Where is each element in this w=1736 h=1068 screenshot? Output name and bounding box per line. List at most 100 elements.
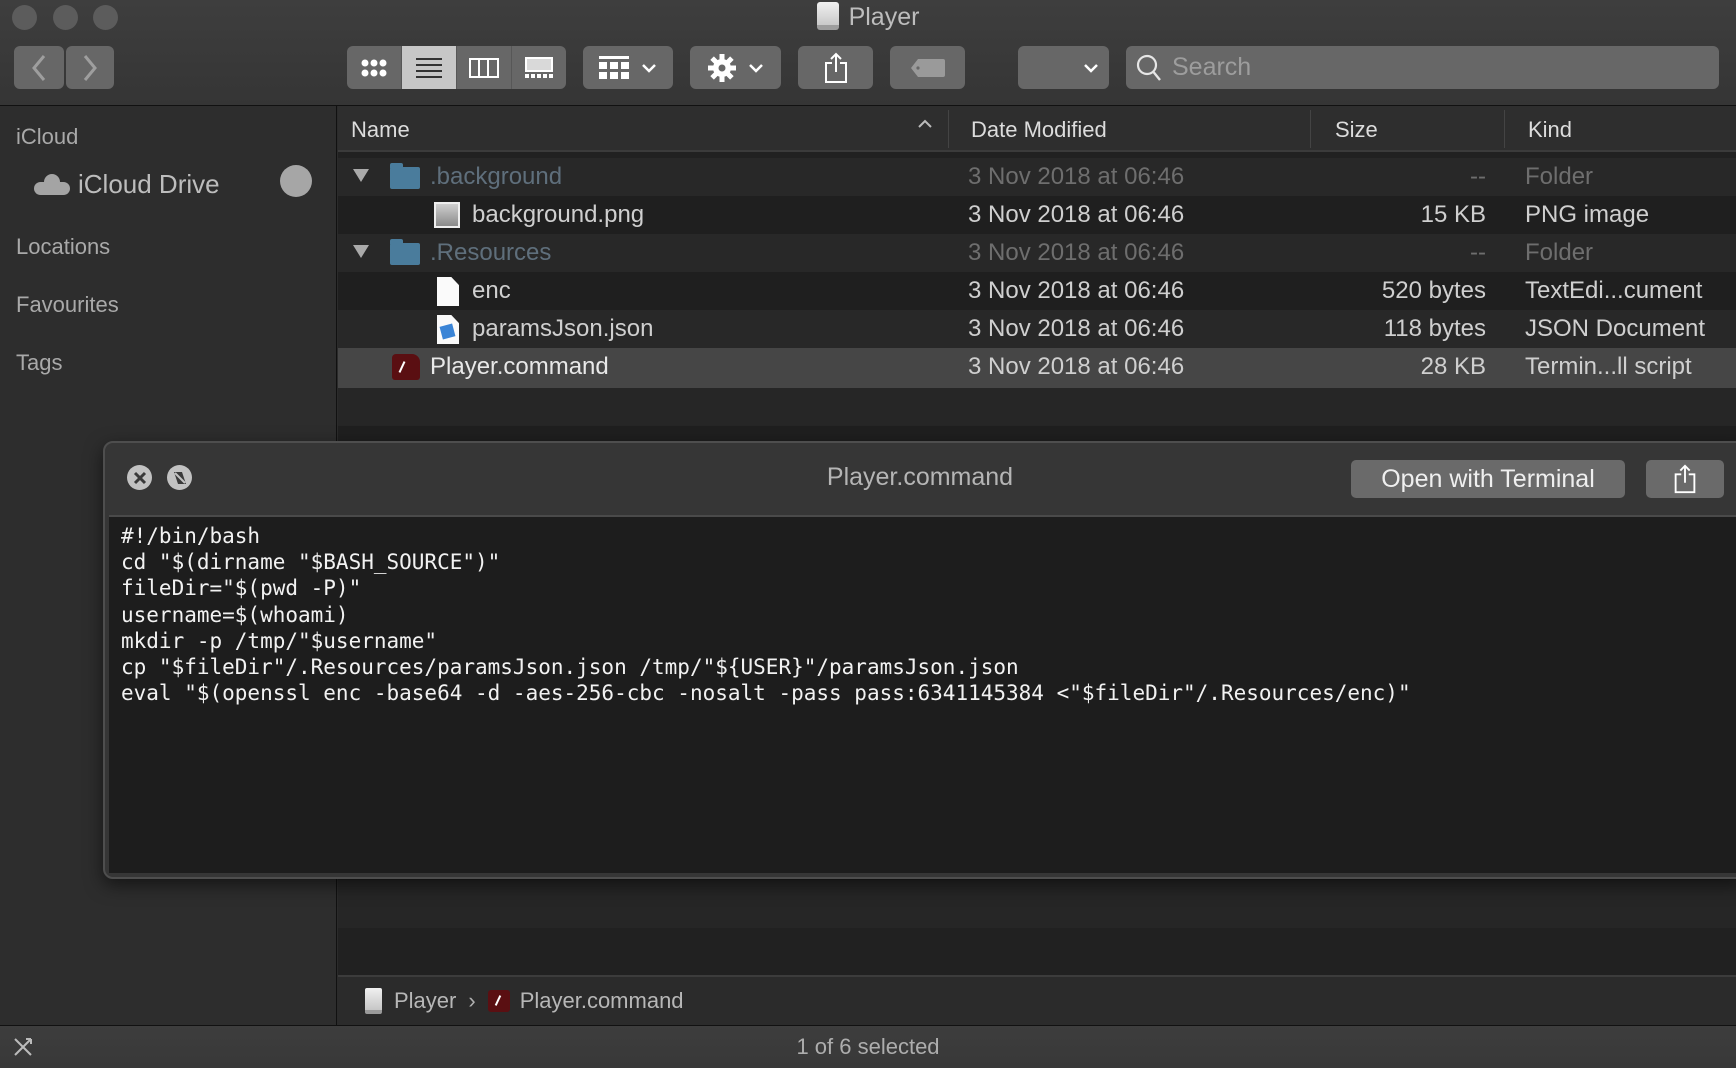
icon-view-button[interactable]	[347, 46, 402, 89]
column-view-icon	[469, 57, 499, 78]
file-row[interactable]: .Resources 3 Nov 2018 at 06:46 -- Folder	[338, 234, 1736, 272]
chevron-left-icon	[32, 54, 46, 81]
code-line: fileDir="$(pwd -P)"	[121, 576, 362, 601]
file-date: 3 Nov 2018 at 06:46	[968, 201, 1185, 228]
file-date: 3 Nov 2018 at 06:46	[968, 353, 1185, 380]
chevron-down-icon	[642, 63, 656, 73]
file-row[interactable]: paramsJson.json 3 Nov 2018 at 06:46 118 …	[338, 310, 1736, 348]
file-size: 118 bytes	[1383, 315, 1486, 342]
column-divider[interactable]	[948, 110, 949, 148]
status-bar: 1 of 6 selected	[0, 1025, 1736, 1068]
folder-icon	[390, 239, 420, 265]
share-button[interactable]	[798, 46, 873, 89]
search-field[interactable]	[1126, 46, 1719, 89]
code-line: mkdir -p /tmp/"$username"	[121, 628, 438, 653]
forward-button[interactable]	[66, 46, 114, 89]
terminal-script-icon	[487, 990, 510, 1012]
sort-dropdown[interactable]	[1018, 46, 1109, 89]
code-line: eval "$(openssl enc -base64 -d -aes-256-…	[121, 681, 1411, 706]
script-preview: #!/bin/bash cd "$(dirname "$BASH_SOURCE")…	[109, 515, 1736, 873]
file-name: .Resources	[430, 239, 552, 266]
list-header: Name Date Modified Size Kind	[338, 106, 1736, 152]
file-size: 520 bytes	[1381, 277, 1486, 304]
list-view-icon	[416, 57, 442, 78]
group-by-button[interactable]	[583, 46, 673, 89]
list-view-button[interactable]	[402, 46, 457, 89]
column-view-button[interactable]	[457, 46, 512, 89]
file-size: --	[1470, 163, 1486, 190]
window-title: Player	[0, 2, 1736, 32]
column-divider[interactable]	[1504, 110, 1505, 148]
file-kind: Folder	[1525, 163, 1594, 190]
file-kind: Termin...ll script	[1525, 353, 1692, 380]
disclosure-triangle-expanded-icon[interactable]	[352, 243, 370, 259]
file-row[interactable]: .background 3 Nov 2018 at 06:46 -- Folde…	[338, 158, 1736, 196]
file-name: .background	[430, 163, 563, 190]
path-separator: ›	[468, 988, 476, 1013]
back-button[interactable]	[14, 46, 64, 89]
file-size: --	[1470, 239, 1486, 266]
sidebar-toggle-icon[interactable]	[12, 1036, 34, 1058]
code-line: username=$(whoami)	[121, 602, 349, 627]
empty-row	[338, 388, 1736, 426]
file-name: background.png	[472, 201, 645, 228]
search-icon	[1136, 54, 1161, 81]
terminal-script-icon	[392, 354, 420, 380]
chevron-right-icon	[83, 54, 97, 81]
path-item-player-command[interactable]: Player.command	[520, 988, 684, 1014]
file-kind: JSON Document	[1525, 315, 1706, 342]
action-menu-button[interactable]	[690, 46, 781, 89]
sidebar-section-icloud[interactable]: iCloud	[16, 124, 78, 150]
open-with-terminal-button[interactable]: Open with Terminal	[1351, 460, 1625, 498]
edit-tags-button[interactable]	[890, 46, 965, 89]
chevron-down-icon	[1084, 63, 1098, 73]
file-name: Player.command	[430, 353, 609, 380]
share-icon	[1674, 464, 1696, 494]
quicklook-share-button[interactable]	[1646, 460, 1724, 498]
toolbar: Player	[0, 0, 1736, 106]
disclosure-triangle-expanded-icon[interactable]	[352, 167, 370, 183]
icon-view-icon	[361, 59, 387, 76]
quicklook-panel: Player.command Open with Terminal #!/bin…	[103, 441, 1736, 879]
file-name: enc	[472, 277, 511, 304]
file-row[interactable]: enc 3 Nov 2018 at 06:46 520 bytes TextEd…	[338, 272, 1736, 310]
png-image-icon	[434, 202, 460, 228]
tag-icon	[910, 58, 945, 77]
text-document-icon	[437, 277, 459, 306]
path-item-player[interactable]: Player	[394, 988, 456, 1014]
group-by-icon	[599, 55, 629, 79]
sidebar-section-tags[interactable]: Tags	[16, 350, 62, 376]
file-row-selected[interactable]: Player.command 3 Nov 2018 at 06:46 28 KB…	[338, 348, 1736, 388]
chevron-down-icon	[748, 63, 763, 73]
file-size: 28 KB	[1420, 353, 1486, 380]
file-date: 3 Nov 2018 at 06:46	[968, 239, 1185, 266]
drive-icon	[816, 2, 839, 30]
sidebar-section-locations[interactable]: Locations	[16, 234, 110, 260]
file-kind: PNG image	[1525, 201, 1650, 228]
path-bar: Player › Player.command	[338, 975, 1736, 1025]
view-mode-segmented-control	[347, 46, 566, 89]
icloud-sync-status-indicator	[280, 165, 312, 197]
drive-icon	[365, 988, 382, 1014]
sidebar-section-favourites[interactable]: Favourites	[16, 292, 119, 318]
window-title-text: Player	[848, 3, 920, 31]
json-document-icon	[437, 315, 459, 344]
file-date: 3 Nov 2018 at 06:46	[968, 163, 1185, 190]
selection-count: 1 of 6 selected	[796, 1034, 940, 1059]
column-header-size[interactable]: Size	[1335, 117, 1378, 143]
file-date: 3 Nov 2018 at 06:46	[968, 277, 1185, 304]
file-row[interactable]: background.png 3 Nov 2018 at 06:46 15 KB…	[338, 196, 1736, 234]
column-header-name[interactable]: Name	[351, 117, 410, 143]
column-divider[interactable]	[1310, 110, 1311, 148]
file-kind: TextEdi...cument	[1525, 277, 1703, 304]
column-header-kind[interactable]: Kind	[1528, 117, 1572, 143]
column-header-date-modified[interactable]: Date Modified	[971, 117, 1107, 143]
cloud-icon	[34, 173, 70, 195]
gallery-view-button[interactable]	[512, 46, 566, 89]
code-line: cp "$fileDir"/.Resources/paramsJson.json…	[121, 655, 1019, 680]
search-input[interactable]	[1172, 53, 1692, 82]
sort-ascending-icon[interactable]	[916, 118, 934, 130]
gear-icon	[707, 53, 736, 82]
sidebar-item-label: iCloud Drive	[78, 168, 220, 199]
file-name: paramsJson.json	[472, 315, 654, 342]
